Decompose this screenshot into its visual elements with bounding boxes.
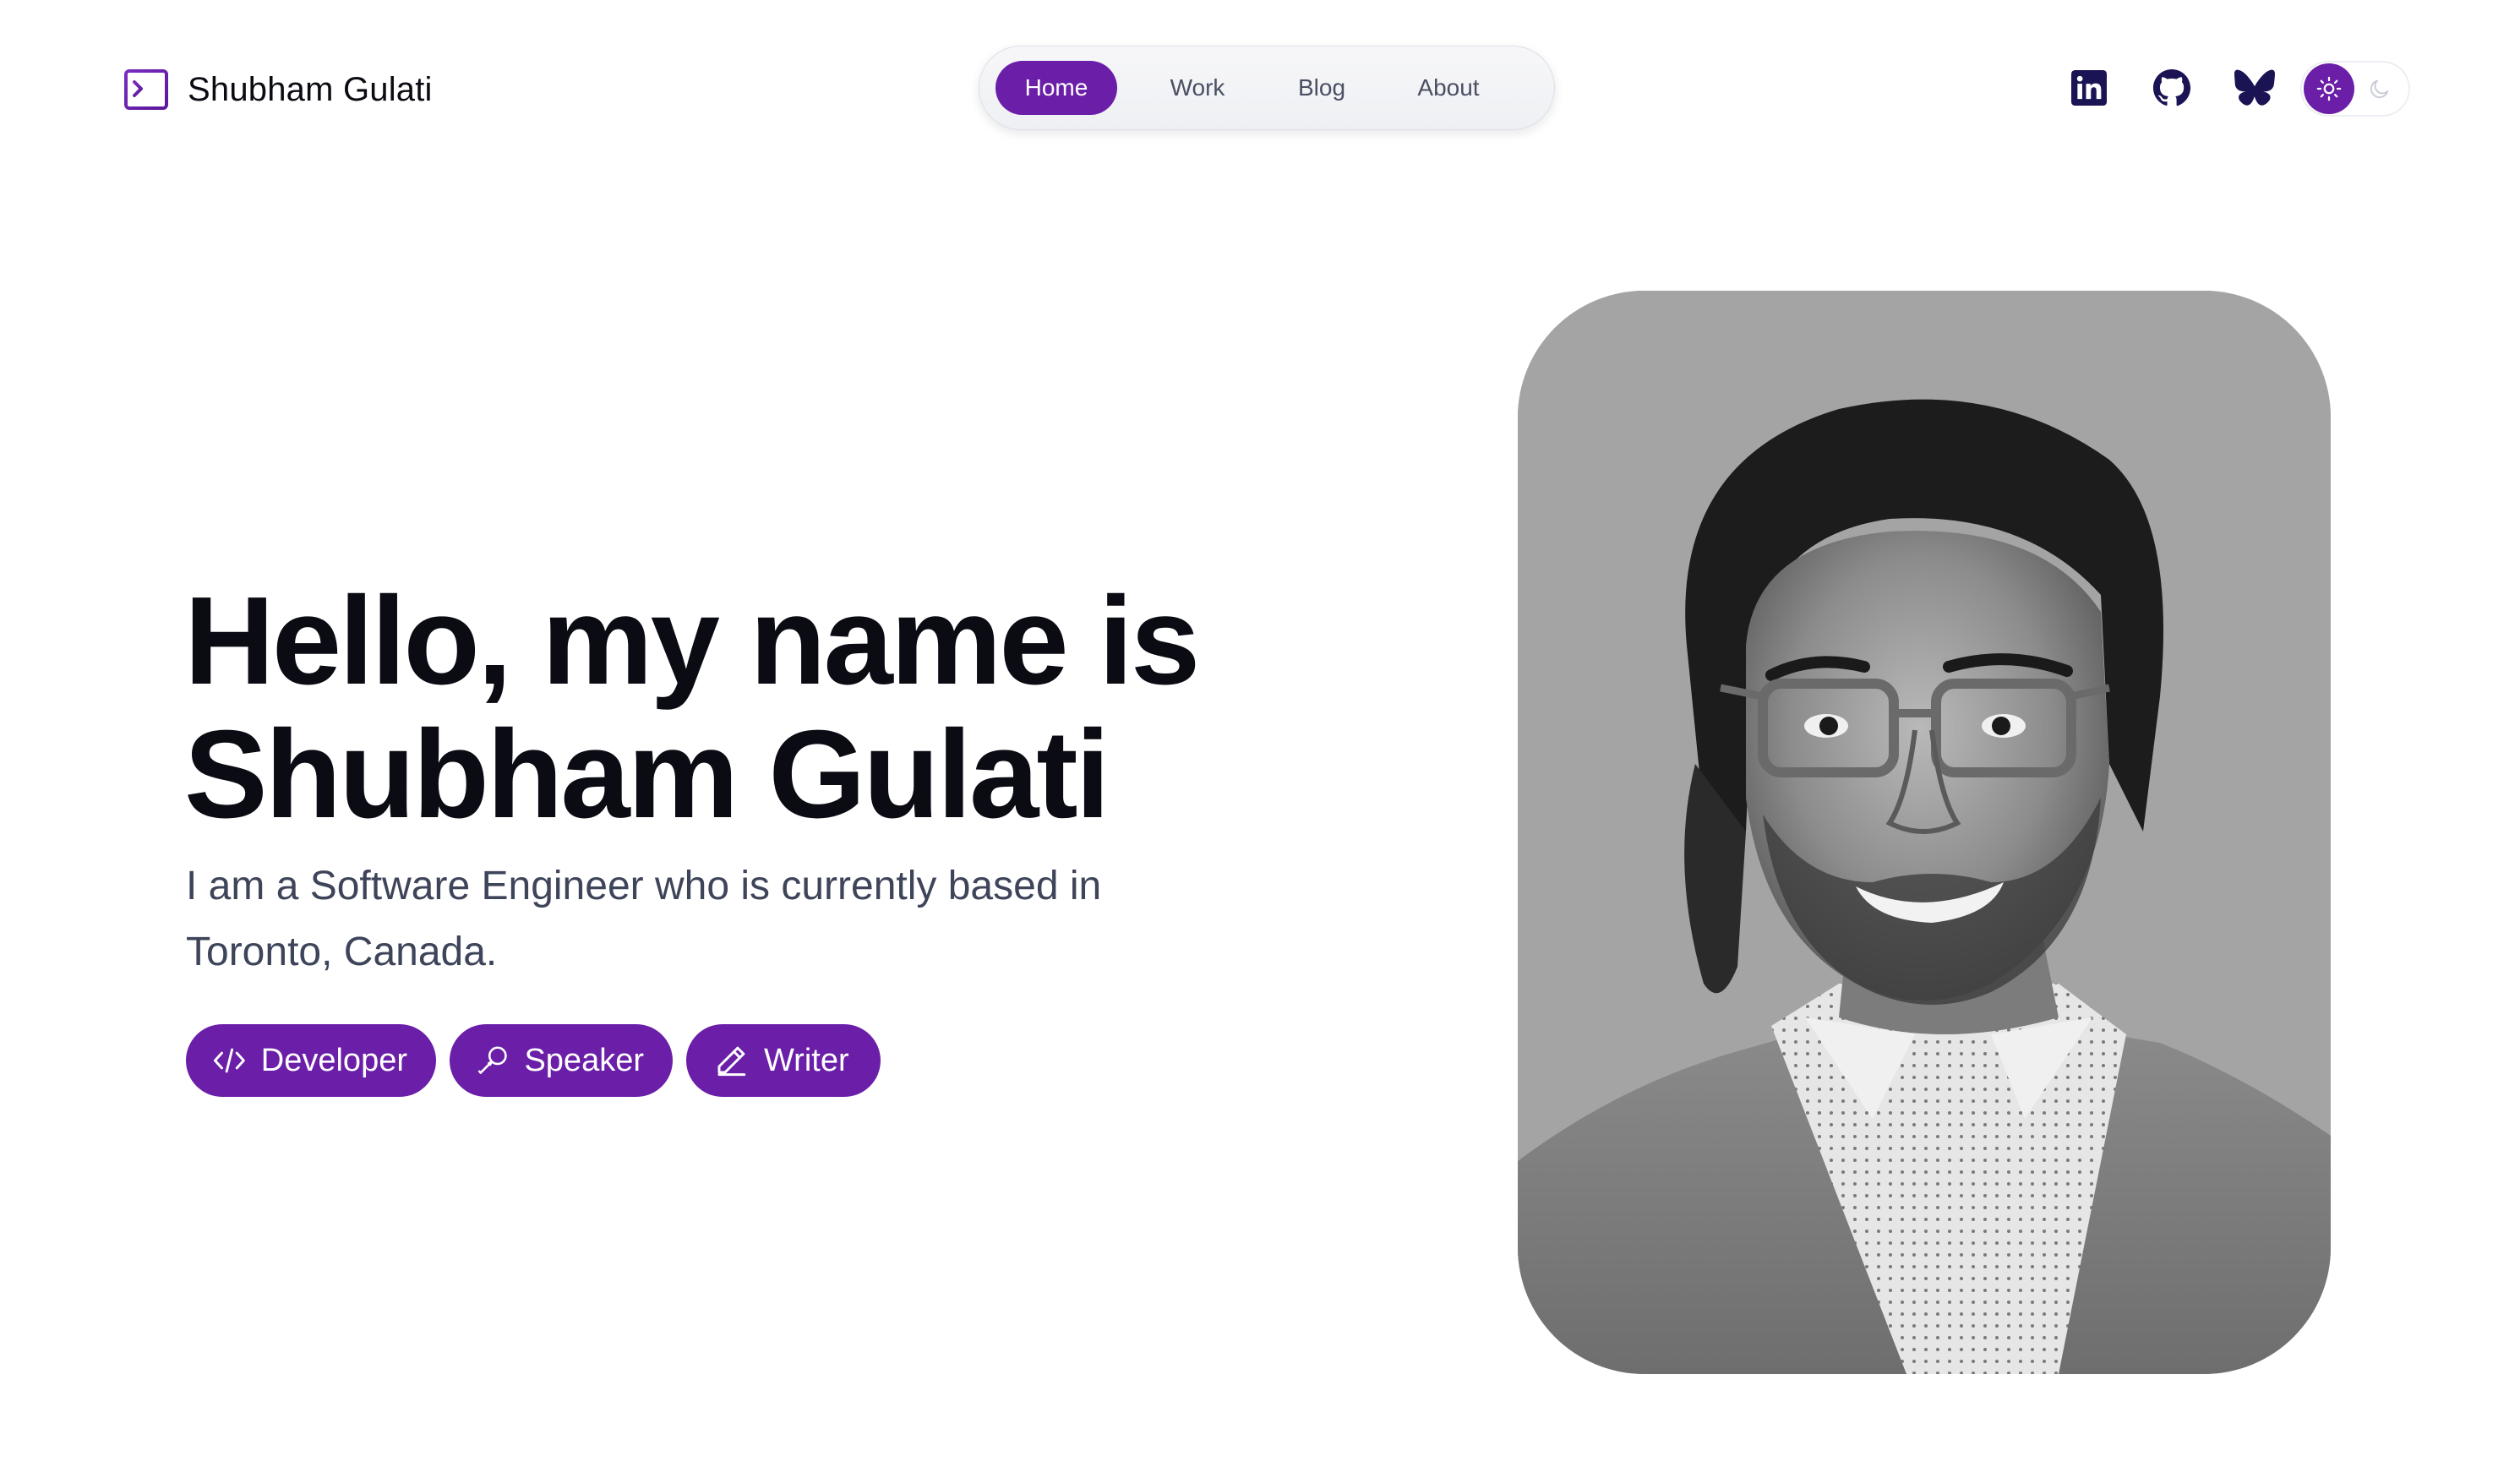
nav-blog[interactable]: Blog: [1285, 61, 1359, 115]
role-tags: Developer Speaker Writer: [186, 1024, 881, 1097]
speaker-label: Speaker: [524, 1042, 644, 1078]
github-icon: [2152, 68, 2191, 106]
developer-label: Developer: [260, 1042, 407, 1078]
portrait-image: [1518, 291, 2331, 1374]
microphone-icon: [477, 1046, 507, 1074]
bluesky-link[interactable]: [2233, 66, 2277, 110]
linkedin-icon: [2071, 70, 2107, 106]
hero-title-line-2: Shubham Gulati: [184, 705, 1110, 844]
moon-icon: [2370, 79, 2389, 99]
nav-home[interactable]: Home: [995, 61, 1117, 115]
nav-work[interactable]: Work: [1151, 61, 1244, 115]
dark-mode-button[interactable]: [2354, 63, 2405, 114]
github-link[interactable]: [2150, 66, 2194, 110]
butterfly-icon: [2234, 69, 2275, 106]
pencil-icon: [717, 1046, 746, 1077]
hero-title-line-1: Hello, my name is: [184, 571, 1200, 711]
profile-photo: [1518, 291, 2331, 1374]
code-icon: [213, 1048, 245, 1073]
main-nav: Home Work Blog About: [979, 46, 1555, 130]
writer-label: Writer: [764, 1042, 849, 1078]
developer-tag[interactable]: Developer: [186, 1024, 436, 1097]
hero-subtitle: I am a Software Engineer who is currentl…: [186, 864, 1102, 974]
light-mode-button[interactable]: [2304, 63, 2354, 114]
nav-about[interactable]: About: [1406, 61, 1491, 115]
writer-tag[interactable]: Writer: [686, 1024, 881, 1097]
hero-title: Hello, my name is Shubham Gulati: [184, 575, 1452, 842]
linkedin-link[interactable]: [2067, 66, 2111, 110]
site-name: Shubham Gulati: [188, 70, 433, 108]
terminal-icon: [124, 69, 168, 110]
speaker-tag[interactable]: Speaker: [450, 1024, 673, 1097]
theme-toggle: [2300, 61, 2410, 117]
sun-icon: [2316, 76, 2342, 101]
social-links: [2067, 66, 2277, 110]
brand-link[interactable]: Shubham Gulati: [123, 68, 433, 112]
